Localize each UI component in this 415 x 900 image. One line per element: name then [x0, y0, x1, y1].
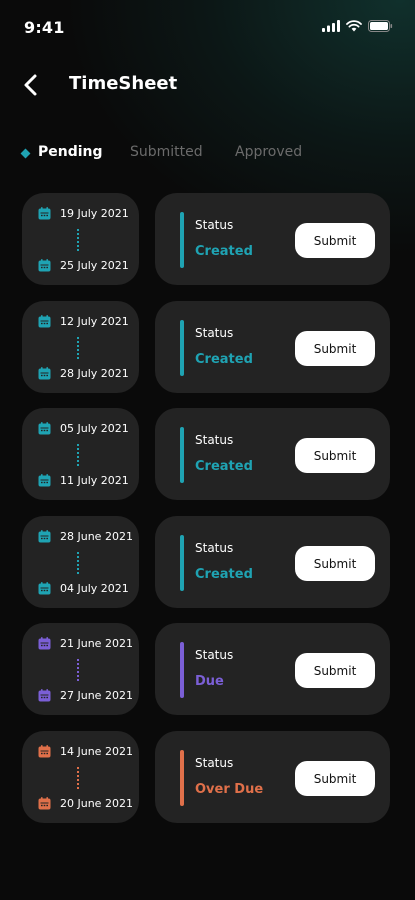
calendar-icon [38, 797, 51, 810]
calendar-icon [38, 582, 51, 595]
end-date: 27 June 2021 [60, 689, 133, 702]
status-value: Created [195, 352, 253, 367]
status-label: Status [195, 648, 234, 662]
timesheet-row: 28 June 2021 04 July 2021 Status Created… [0, 516, 415, 608]
status-accent-bar [180, 427, 184, 483]
status-label: Status [195, 541, 234, 555]
submit-button[interactable]: Submit [295, 223, 375, 258]
calendar-icon [38, 315, 51, 328]
start-date: 05 July 2021 [60, 422, 129, 435]
status-label: Status [195, 218, 234, 232]
end-date: 28 July 2021 [60, 367, 129, 380]
date-connector [77, 767, 79, 789]
calendar-icon [38, 207, 51, 220]
status-accent-bar [180, 642, 184, 698]
wifi-icon [346, 20, 362, 32]
status-label: Status [195, 756, 234, 770]
timesheet-row: 19 July 2021 25 July 2021 Status Created… [0, 193, 415, 285]
date-connector [77, 229, 79, 251]
status-label: Status [195, 326, 234, 340]
submit-button[interactable]: Submit [295, 546, 375, 581]
status-accent-bar [180, 750, 184, 806]
start-date: 12 July 2021 [60, 315, 129, 328]
date-connector [77, 659, 79, 681]
start-date: 19 July 2021 [60, 207, 129, 220]
calendar-icon [38, 689, 51, 702]
status-value: Created [195, 244, 253, 259]
status-icons [322, 20, 393, 32]
status-value: Created [195, 459, 253, 474]
tab-bar: Pending Submitted Approved [0, 140, 415, 170]
date-range-card: 28 June 2021 04 July 2021 [22, 516, 139, 608]
start-date: 21 June 2021 [60, 637, 133, 650]
chevron-left-icon [24, 74, 37, 96]
status-card: Status Over Due Submit [155, 731, 390, 823]
date-range-card: 12 July 2021 28 July 2021 [22, 301, 139, 393]
page-title: TimeSheet [69, 73, 178, 94]
submit-button[interactable]: Submit [295, 331, 375, 366]
end-date: 11 July 2021 [60, 474, 129, 487]
status-value: Due [195, 674, 224, 689]
status-card: Status Due Submit [155, 623, 390, 715]
start-date: 14 June 2021 [60, 745, 133, 758]
battery-icon [368, 20, 393, 32]
status-value: Created [195, 567, 253, 582]
date-connector [77, 444, 79, 466]
date-range-card: 19 July 2021 25 July 2021 [22, 193, 139, 285]
date-connector [77, 552, 79, 574]
status-card: Status Created Submit [155, 193, 390, 285]
submit-button[interactable]: Submit [295, 653, 375, 688]
timesheet-row: 21 June 2021 27 June 2021 Status Due Sub… [0, 623, 415, 715]
start-date: 28 June 2021 [60, 530, 133, 543]
tab-submitted[interactable]: Submitted [130, 144, 203, 160]
end-date: 04 July 2021 [60, 582, 129, 595]
header: TimeSheet [0, 64, 415, 108]
tab-approved[interactable]: Approved [235, 144, 302, 160]
tab-pending[interactable]: Pending [38, 144, 103, 160]
status-accent-bar [180, 535, 184, 591]
date-connector [77, 337, 79, 359]
status-accent-bar [180, 320, 184, 376]
active-tab-indicator [20, 148, 31, 159]
calendar-icon [38, 530, 51, 543]
signal-icon [322, 20, 340, 32]
submit-button[interactable]: Submit [295, 438, 375, 473]
timesheet-row: 05 July 2021 11 July 2021 Status Created… [0, 408, 415, 500]
timesheet-row: 14 June 2021 20 June 2021 Status Over Du… [0, 731, 415, 823]
date-range-card: 21 June 2021 27 June 2021 [22, 623, 139, 715]
end-date: 20 June 2021 [60, 797, 133, 810]
date-range-card: 05 July 2021 11 July 2021 [22, 408, 139, 500]
status-bar: 9:41 [0, 0, 415, 56]
submit-button[interactable]: Submit [295, 761, 375, 796]
status-card: Status Created Submit [155, 301, 390, 393]
calendar-icon [38, 474, 51, 487]
status-time: 9:41 [24, 18, 65, 37]
calendar-icon [38, 637, 51, 650]
end-date: 25 July 2021 [60, 259, 129, 272]
status-card: Status Created Submit [155, 408, 390, 500]
back-button[interactable] [20, 70, 44, 100]
date-range-card: 14 June 2021 20 June 2021 [22, 731, 139, 823]
status-label: Status [195, 433, 234, 447]
calendar-icon [38, 367, 51, 380]
status-card: Status Created Submit [155, 516, 390, 608]
status-value: Over Due [195, 782, 264, 797]
calendar-icon [38, 422, 51, 435]
calendar-icon [38, 745, 51, 758]
timesheet-row: 12 July 2021 28 July 2021 Status Created… [0, 301, 415, 393]
calendar-icon [38, 259, 51, 272]
status-accent-bar [180, 212, 184, 268]
